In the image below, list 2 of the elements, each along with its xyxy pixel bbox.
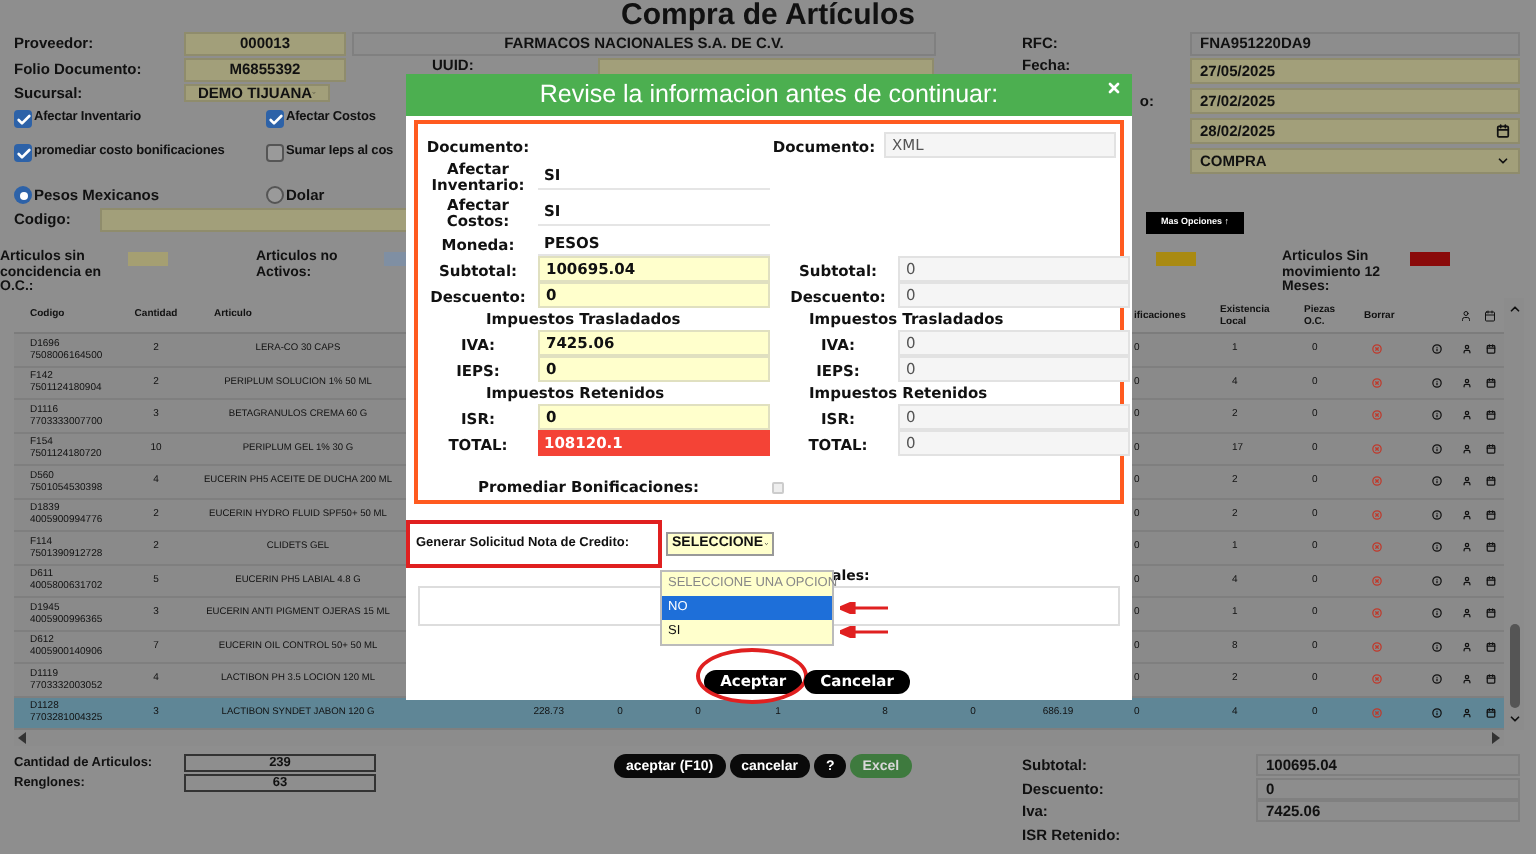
page-title: Compra de Artículos bbox=[621, 0, 915, 30]
dialog-title: Revise la informacion antes de continuar: bbox=[539, 78, 999, 113]
